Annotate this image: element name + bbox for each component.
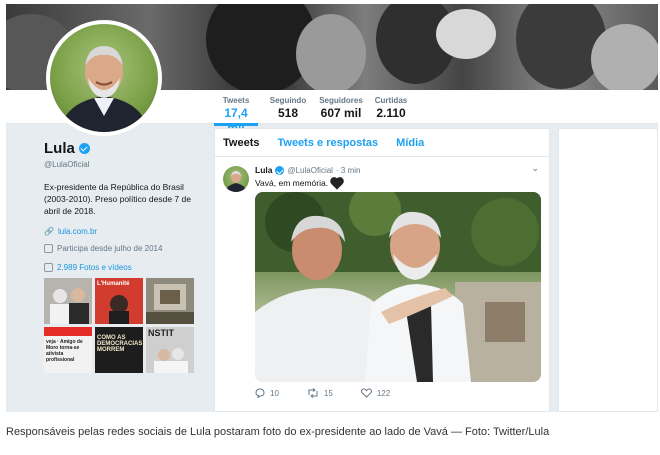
reply-action[interactable]: 10 — [255, 388, 279, 398]
black-heart-icon — [331, 178, 343, 190]
media-count-label: 2.989 Fotos e vídeos — [57, 263, 132, 272]
tab-tweets-and-replies[interactable]: Tweets e respostas — [277, 137, 378, 149]
photo-caption: Responsáveis pelas redes sociais de Lula… — [6, 426, 550, 438]
media-header[interactable]: 2.989 Fotos e vídeos — [44, 263, 204, 272]
media-thumbnail[interactable] — [44, 278, 92, 324]
media-thumbnails: L'Humanité veja · Amigo de Moro torna-se… — [44, 278, 204, 373]
reply-count: 10 — [270, 388, 279, 398]
like-action[interactable]: 122 — [360, 388, 391, 398]
stat-value: 518 — [277, 106, 299, 120]
stat-likes[interactable]: Curtidas 2.110 — [371, 96, 411, 121]
media-thumbnail[interactable]: veja · Amigo de Moro torna-se ativista p… — [44, 327, 92, 373]
retweet-action[interactable]: 15 — [307, 388, 333, 398]
media-thumbnail[interactable]: L'Humanité — [95, 278, 143, 324]
tab-media[interactable]: Mídia — [396, 137, 424, 149]
stat-tweets[interactable]: Tweets 17,4 mil — [214, 96, 258, 135]
tweet-author-handle[interactable]: @LulaOficial — [287, 166, 332, 175]
verified-badge-icon — [78, 143, 90, 154]
media-thumbnail[interactable] — [146, 278, 194, 324]
heart-icon — [360, 388, 372, 398]
timeline-tabs: Tweets Tweets e respostas Mídia — [215, 129, 549, 157]
thumb-text: COMO AS DEMOCRACIAS MORREM — [97, 335, 143, 353]
profile-joined-row: Participa desde julho de 2014 — [44, 244, 204, 253]
image-icon — [44, 263, 53, 272]
tweet-text-row: Vavá, em memória. — [255, 178, 343, 190]
tweet-avatar-portrait — [225, 171, 247, 192]
profile-sidebar: Lula @LulaOficial Ex-presidente da Repúb… — [44, 140, 204, 373]
thumb-photo — [109, 295, 129, 324]
stat-value: 2.110 — [376, 106, 406, 120]
profile-name: Lula — [44, 140, 75, 157]
profile-bio: Ex-presidente da República do Brasil (20… — [44, 182, 191, 216]
like-count: 122 — [376, 388, 391, 398]
link-icon: 🔗 — [44, 227, 54, 236]
stat-following[interactable]: Seguindo 518 — [268, 96, 308, 121]
stat-followers[interactable]: Seguidores 607 mil — [316, 96, 366, 121]
twitter-profile-screenshot: Tweets 17,4 mil Seguindo 518 Seguidores … — [6, 4, 658, 412]
reply-icon — [255, 388, 265, 398]
stat-label: Seguindo — [269, 96, 307, 105]
profile-joined: Participa desde julho de 2014 — [57, 244, 163, 253]
media-thumbnail[interactable]: COMO AS DEMOCRACIAS MORREM — [95, 327, 143, 373]
timeline: Tweets Tweets e respostas Mídia Lula @Lu… — [214, 128, 550, 412]
right-sidebar — [558, 128, 658, 412]
retweet-icon — [308, 388, 318, 398]
thumb-photo — [146, 284, 194, 324]
profile-name-row: Lula — [44, 140, 204, 157]
avatar-photo — [50, 24, 158, 132]
profile-handle: @LulaOficial — [44, 160, 90, 169]
profile-website-link[interactable]: lula.com.br — [58, 227, 97, 236]
tweet-avatar[interactable] — [223, 166, 249, 192]
tweet-actions: 10 15 122 — [255, 388, 390, 398]
thumb-photo — [154, 348, 188, 373]
chevron-down-icon[interactable]: ⌄ — [531, 163, 539, 174]
tweet-photo[interactable] — [255, 192, 541, 382]
tweet-header: Lula @LulaOficial · 3 min — [255, 165, 360, 175]
stat-label: Tweets — [222, 96, 250, 105]
thumb-header-bar — [44, 327, 92, 336]
tweet-text: Vavá, em memória. — [255, 178, 329, 188]
thumb-text: veja · Amigo de Moro torna-se ativista p… — [46, 339, 83, 363]
tweet-time[interactable]: · 3 min — [336, 166, 360, 175]
stat-label: Curtidas — [374, 96, 408, 105]
stat-value: 607 mil — [320, 106, 362, 120]
profile-avatar[interactable] — [46, 20, 162, 136]
retweet-count: 15 — [323, 388, 333, 398]
portrait-illustration — [60, 46, 148, 132]
thumb-photo — [50, 288, 89, 324]
media-thumbnail[interactable]: NSTIT — [146, 327, 194, 373]
profile-website-row: 🔗 lula.com.br — [44, 227, 204, 236]
tab-tweets[interactable]: Tweets — [223, 137, 259, 149]
calendar-icon — [44, 244, 53, 253]
tweet-author-name[interactable]: Lula — [255, 165, 272, 175]
tweet-photo-illustration — [255, 192, 541, 382]
verified-badge-icon — [275, 165, 285, 175]
stat-label: Seguidores — [319, 96, 363, 105]
